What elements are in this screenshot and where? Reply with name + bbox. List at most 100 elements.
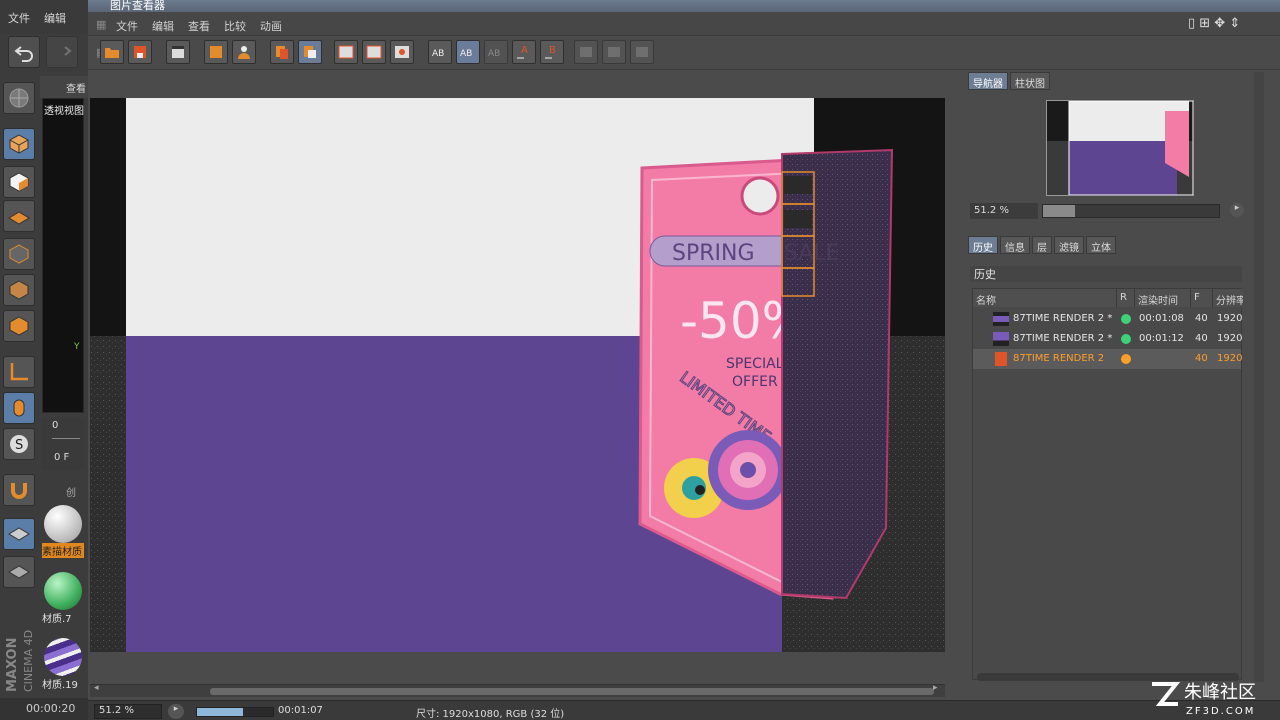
set-b-button[interactable]: B [540,40,564,64]
col-name[interactable]: 名称 [973,289,1117,307]
scrollbar-thumb[interactable] [210,688,934,695]
frame-current[interactable]: 0 F [54,452,69,463]
status-bar: 51.2 % ▸ 00:01:07 尺寸: 1920x1080, RGB (32… [88,700,1280,720]
undo-button[interactable] [8,36,40,68]
grid-plane-icon [8,211,30,225]
horizontal-scrollbar[interactable]: ◂ ▸ [90,683,945,697]
scroll-left-icon[interactable]: ◂ [94,683,99,693]
layer-3-button[interactable] [630,40,654,64]
history-row-selected[interactable]: 87TIME RENDER 2 40 1920 [973,349,1242,369]
magnet-tool[interactable] [3,474,35,506]
col-resolution[interactable]: 分辨率 [1213,289,1243,307]
tab-info[interactable]: 信息 [1000,236,1030,254]
tab-stereo[interactable]: 立体 [1086,236,1116,254]
layout-icons[interactable]: ▯ ⊞ ✥ ⇕ [1188,16,1240,31]
svg-text:SPRING: SPRING [672,241,755,266]
create-tab[interactable]: 创 [66,484,76,499]
clapper-icon [172,46,184,58]
redo-icon [64,46,72,56]
grip-icon: ▦ [96,18,107,31]
tab-navigator[interactable]: 导航器 [968,72,1008,90]
snap-tool[interactable]: S [3,428,35,460]
menu-compare[interactable]: 比较 [224,18,246,34]
cinema4d-logo: MAXON CINEMA 4D [5,630,35,692]
menu-file[interactable]: 文件 [8,10,30,26]
zoom-field[interactable]: 51.2 % [94,704,162,719]
user-button[interactable] [232,40,256,64]
set-a-button[interactable]: A [512,40,536,64]
col-r[interactable]: R [1117,289,1135,307]
window-icon [338,45,354,59]
menu-file[interactable]: 文件 [116,18,138,34]
model-mode-button[interactable] [3,128,35,160]
render-settings-button[interactable] [166,40,190,64]
history-table: 名称 R 渲染时间 F 分辨率 87TIME RENDER 2 * 00:01:… [972,288,1243,681]
svg-text:A: A [521,45,528,56]
globe-icon [9,88,29,108]
col-frames[interactable]: F [1191,289,1213,307]
layer-1-button[interactable] [574,40,598,64]
compare-ab-button[interactable]: AB [428,40,452,64]
nav-zoom-slider[interactable] [1042,204,1220,218]
tab-history[interactable]: 历史 [968,236,998,254]
texture-mode-button[interactable] [3,166,35,198]
view-tab[interactable]: 查看 [66,80,86,95]
col-render-time[interactable]: 渲染时间 [1135,289,1191,307]
status-dot [1121,354,1131,364]
compare-diff-button[interactable]: AB [484,40,508,64]
copy-button[interactable] [270,40,294,64]
grid-button[interactable] [204,40,228,64]
svg-text:SPECIAL: SPECIAL [726,356,784,372]
cube-edges-icon [9,280,29,300]
render-image[interactable]: SPRING -50% SPECIAL OFFER LIMITED TIME S… [90,98,945,652]
workplane-tool[interactable] [3,556,35,588]
viewport-title: 透视视图 [44,106,84,117]
nav-play-icon[interactable]: ▸ [1230,203,1244,217]
points-mode-button[interactable] [3,238,35,270]
material-swatch[interactable]: 材质.7 [42,572,84,625]
timeline-time: 00:00:20 [0,698,88,720]
history-row[interactable]: 87TIME RENDER 2 * 00:01:08 40 1920 [973,309,1242,329]
material-swatch[interactable]: 材质.19 [42,638,84,691]
viewer-menubar: ▦ 文件 编辑 查看 比较 动画 ▯ ⊞ ✥ ⇕ [88,12,1280,36]
edges-mode-button[interactable] [3,274,35,306]
tweak-tool[interactable] [3,392,35,424]
compare-split-button[interactable]: AB [456,40,480,64]
tab-layers[interactable]: 层 [1032,236,1052,254]
paste-button[interactable] [298,40,322,64]
object-mode-button[interactable] [3,310,35,342]
history-row[interactable]: 87TIME RENDER 2 * 00:01:12 40 1920 [973,329,1242,349]
layer-icon [580,47,592,57]
redo-button[interactable] [46,36,78,68]
window-a-button[interactable] [334,40,358,64]
material-swatch[interactable]: 素描材质 [42,505,84,558]
menu-view[interactable]: 查看 [188,18,210,34]
save-button[interactable] [128,40,152,64]
sphere-tool[interactable] [3,82,35,114]
layer-2-button[interactable] [602,40,626,64]
open-button[interactable] [100,40,124,64]
window-user-button[interactable] [390,40,414,64]
svg-text:AB: AB [488,49,500,59]
s-circle-icon: S [10,435,28,453]
menu-edit[interactable]: 编辑 [152,18,174,34]
polygon-mode-button[interactable] [3,200,35,232]
svg-text:B: B [549,45,556,56]
play-icon[interactable]: ▸ [168,704,184,719]
scroll-right-icon[interactable]: ▸ [933,683,938,693]
navigator-thumbnail[interactable] [1046,100,1194,196]
menu-edit[interactable]: 编辑 [44,10,66,26]
window-titlebar: 图片查看器 [88,0,1280,12]
menu-animation[interactable]: 动画 [260,18,282,34]
viewport-preview[interactable] [42,98,84,413]
tab-histogram[interactable]: 柱状图 [1010,72,1050,90]
svg-text:ZF3D.COM: ZF3D.COM [1186,706,1255,717]
tab-filters[interactable]: 滤镜 [1054,236,1084,254]
svg-text:AB: AB [432,49,444,59]
render-time: 00:01:07 [278,705,323,716]
nav-zoom-field[interactable]: 51.2 % [970,203,1038,219]
window-b-button[interactable] [362,40,386,64]
svg-text:CINEMA 4D: CINEMA 4D [22,630,35,692]
workplane-lock-tool[interactable] [3,518,35,550]
axis-tool[interactable] [3,356,35,388]
